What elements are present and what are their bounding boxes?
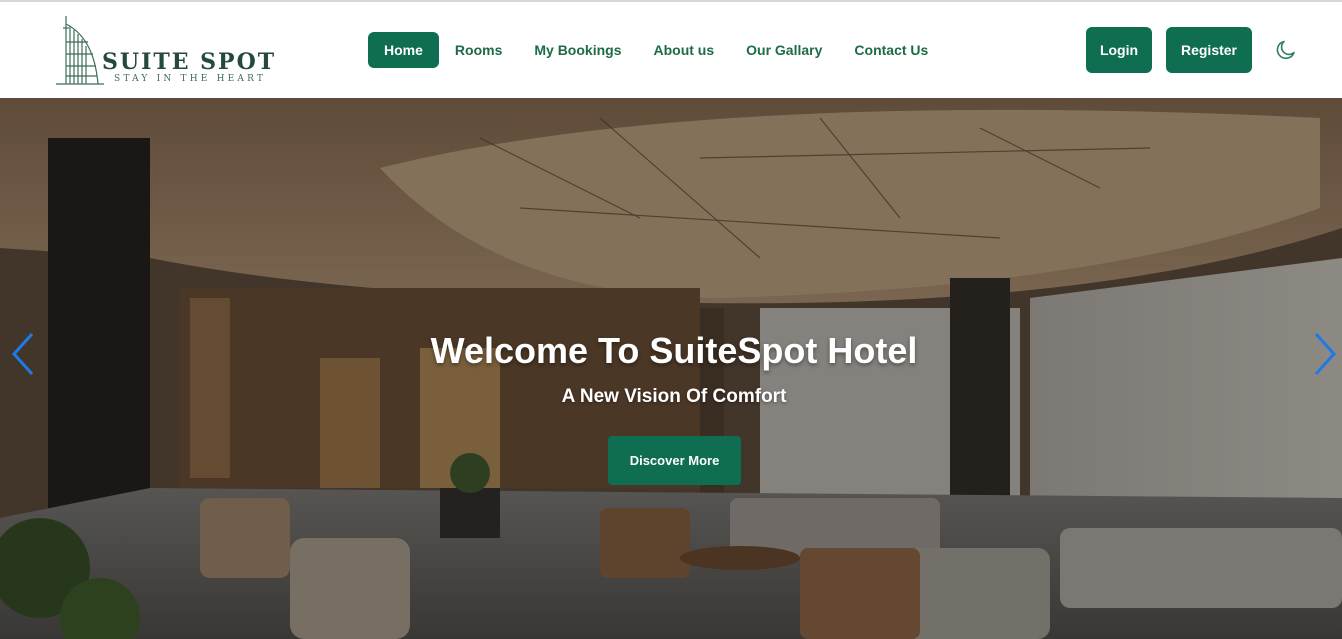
- brand-name: SUITE SPOT: [102, 49, 277, 75]
- register-button[interactable]: Register: [1166, 27, 1252, 73]
- nav-contact-us[interactable]: Contact Us: [838, 32, 944, 68]
- nav-about-us[interactable]: About us: [637, 32, 730, 68]
- brand-tagline: STAY IN THE HEART: [114, 74, 267, 84]
- nav-rooms[interactable]: Rooms: [439, 32, 518, 68]
- nav-my-bookings[interactable]: My Bookings: [518, 32, 637, 68]
- login-button[interactable]: Login: [1086, 27, 1152, 73]
- hero-carousel: Welcome To SuiteSpot Hotel A New Vision …: [0, 98, 1342, 639]
- nav-home[interactable]: Home: [368, 32, 439, 68]
- navbar: SUITE SPOT STAY IN THE HEART Home Rooms …: [0, 2, 1342, 98]
- chevron-left-icon[interactable]: [10, 330, 36, 378]
- discover-more-button[interactable]: Discover More: [608, 436, 741, 485]
- brand-logo[interactable]: SUITE SPOT STAY IN THE HEART: [56, 14, 286, 88]
- nav-our-gallary[interactable]: Our Gallary: [730, 32, 838, 68]
- hero-subtitle: A New Vision Of Comfort: [561, 386, 787, 407]
- chevron-right-icon[interactable]: [1312, 330, 1338, 378]
- moon-icon[interactable]: [1274, 38, 1298, 62]
- hero-title: Welcome To SuiteSpot Hotel: [430, 330, 918, 371]
- main-nav: Home Rooms My Bookings About us Our Gall…: [368, 32, 944, 68]
